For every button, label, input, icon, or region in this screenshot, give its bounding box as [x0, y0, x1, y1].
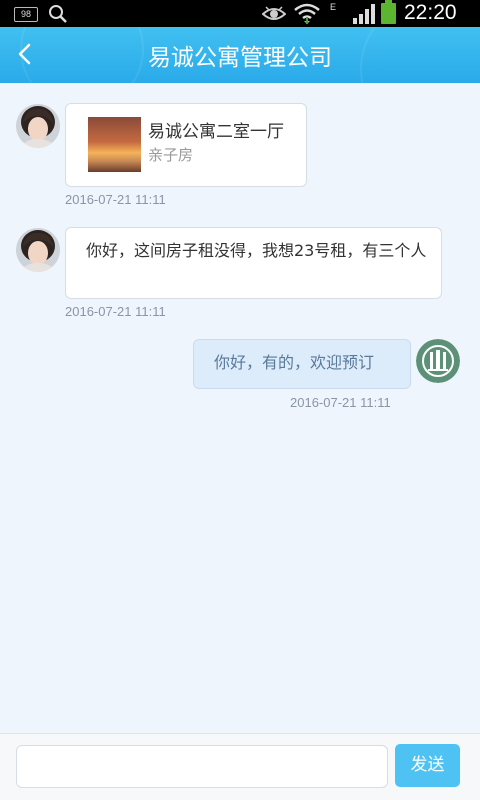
search-icon: [49, 5, 67, 23]
page-title: 易诚公寓管理公司: [148, 45, 332, 71]
contact-avatar[interactable]: [16, 228, 60, 272]
message-timestamp: 2016-07-21 11:11: [290, 395, 391, 410]
message-input-bar: 发送: [0, 733, 480, 800]
network-type-label: E: [330, 2, 337, 12]
battery-level-badge: 98: [14, 7, 38, 22]
battery-icon: [381, 0, 396, 24]
avatar-image: [16, 104, 60, 148]
my-avatar[interactable]: [416, 339, 460, 383]
message-text: 你好，有的，欢迎预订: [214, 353, 375, 372]
status-time: 22:20: [404, 1, 457, 24]
message-timestamp: 2016-07-21 11:11: [65, 192, 166, 207]
eye-icon: [262, 6, 286, 20]
house-thumbnail: [88, 117, 141, 172]
contact-avatar[interactable]: [16, 104, 60, 148]
avatar-image: [16, 228, 60, 272]
status-bar: 98 E 22:20: [0, 0, 480, 27]
signal-strength-icon: [353, 4, 375, 24]
title-bar: 易诚公寓管理公司: [0, 27, 480, 83]
chat-message-list[interactable]: 易诚公寓二室一厅 亲子房 2016-07-21 11:11 你好，这间房子租没得…: [0, 83, 480, 733]
message-timestamp: 2016-07-21 11:11: [65, 304, 166, 319]
house-card-bubble[interactable]: 易诚公寓二室一厅 亲子房: [65, 103, 307, 187]
card-subtitle: 亲子房: [148, 146, 194, 164]
wifi-icon: [294, 3, 320, 24]
message-input[interactable]: [16, 745, 388, 788]
company-logo-icon: [416, 339, 460, 383]
message-bubble[interactable]: 你好，有的，欢迎预订: [193, 339, 411, 389]
send-button[interactable]: 发送: [395, 744, 460, 787]
message-text: 你好，这间房子租没得，我想23号租，有三个人: [86, 241, 427, 260]
card-title: 易诚公寓二室一厅: [148, 122, 284, 142]
message-bubble[interactable]: 你好，这间房子租没得，我想23号租，有三个人: [65, 227, 442, 299]
